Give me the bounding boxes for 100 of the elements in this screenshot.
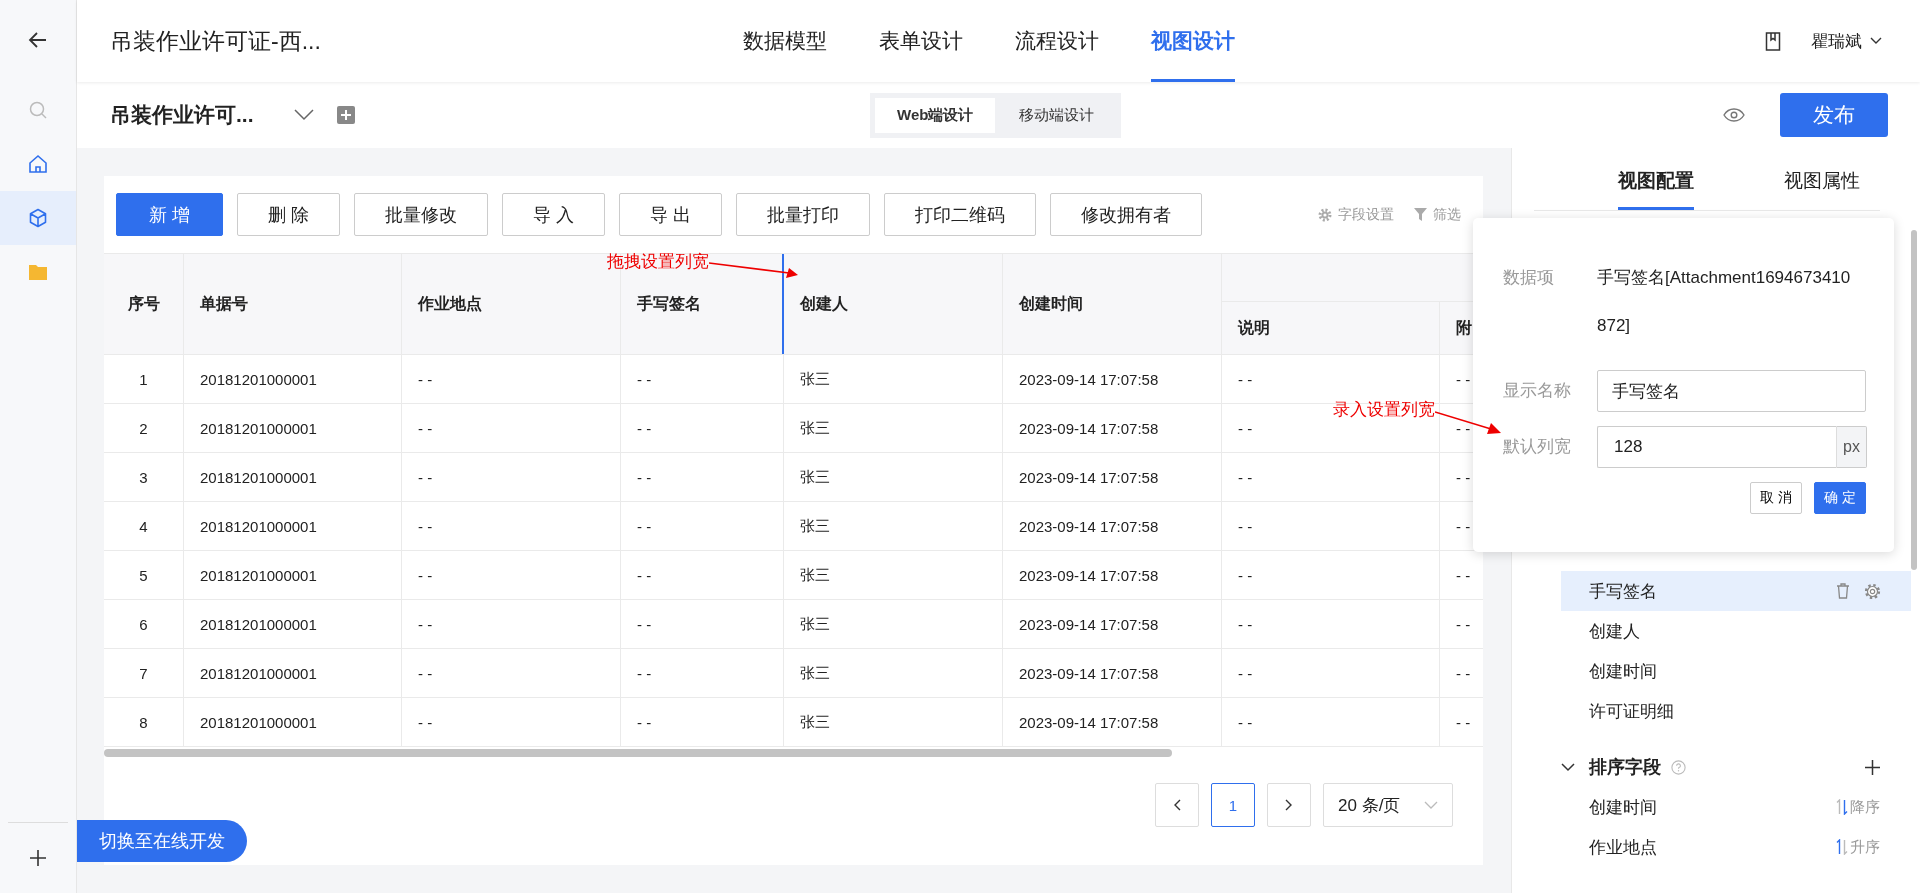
toolbar-button[interactable]: 打印二维码	[884, 193, 1037, 236]
section-title: 排序字段	[1589, 756, 1661, 779]
annotation-text: 拖拽设置列宽	[607, 251, 709, 273]
panel-tab[interactable]: 视图属性	[1784, 148, 1860, 210]
confirm-button[interactable]: 确 定	[1814, 482, 1866, 514]
table-cell: 5	[104, 551, 184, 599]
table-cell: 张三	[784, 600, 1003, 648]
table-cell: 7	[104, 649, 184, 697]
table-cell: 20181201000001	[184, 698, 402, 746]
cancel-button[interactable]: 取 消	[1750, 482, 1803, 514]
nav-tab[interactable]: 表单设计	[879, 0, 963, 82]
column-width-field[interactable]: 128	[1597, 426, 1836, 468]
table-cell: 2023-09-14 17:07:58	[1003, 404, 1222, 452]
cube-icon	[28, 208, 48, 228]
toolbar-button[interactable]: 批量打印	[736, 193, 871, 236]
panel-tab[interactable]: 视图配置	[1618, 148, 1694, 210]
table-cell: 20181201000001	[184, 404, 402, 452]
field-label: 许可证明细	[1589, 700, 1675, 723]
table-cell: 20181201000001	[184, 600, 402, 648]
table-cell: 20181201000001	[184, 502, 402, 550]
table-cell: 2	[104, 404, 184, 452]
table-cell: 20181201000001	[184, 551, 402, 599]
table-cell: - -	[621, 404, 784, 452]
home-icon	[28, 154, 48, 174]
mode-tab[interactable]: 移动端设计	[997, 97, 1117, 133]
chevron-right-icon	[1285, 799, 1293, 811]
table-cell: - -	[621, 502, 784, 550]
sort-field: 作业地点	[1589, 835, 1836, 859]
plus-icon	[29, 849, 47, 867]
section-header[interactable]: 排序字段	[1561, 747, 1880, 787]
table-cell: 张三	[784, 355, 1003, 403]
back-icon	[28, 30, 48, 50]
nav-tab[interactable]: 数据模型	[743, 0, 827, 82]
table-cell: - -	[1222, 551, 1440, 599]
field-item[interactable]: 手写签名	[1561, 571, 1911, 611]
plus-icon[interactable]	[1865, 759, 1880, 775]
table-cell: 20181201000001	[184, 355, 402, 403]
table-cell: 20181201000001	[184, 453, 402, 501]
column-header: 序号	[104, 254, 184, 354]
filter-icon	[1414, 208, 1427, 221]
toolbar-button[interactable]: 导 入	[502, 193, 606, 236]
app-title: 吊装作业许可证-西...	[110, 26, 322, 56]
table-cell: - -	[1222, 698, 1440, 746]
publish-button[interactable]: 发布	[1780, 93, 1888, 137]
field-item[interactable]: 创建人	[1561, 611, 1911, 651]
toolbar-button[interactable]: 删 除	[237, 193, 341, 236]
table-cell: - -	[402, 600, 621, 648]
table-cell: - -	[621, 551, 784, 599]
field-label: 创建人	[1589, 620, 1641, 643]
table-cell: 张三	[784, 404, 1003, 452]
table-cell: 8	[104, 698, 184, 746]
folder-icon	[28, 263, 48, 281]
unit-addon: px	[1836, 426, 1867, 468]
table-cell: 张三	[784, 649, 1003, 697]
view-name: 吊装作业许可...	[110, 102, 254, 128]
table-cell: 张三	[784, 551, 1003, 599]
scrollbar-thumb[interactable]	[1911, 230, 1917, 570]
field-item[interactable]: 许可证明细	[1561, 691, 1911, 731]
help-icon[interactable]	[1671, 759, 1686, 775]
table-cell: 2023-09-14 17:07:58	[1003, 453, 1222, 501]
settings-icon[interactable]	[1864, 582, 1881, 600]
field-label: 创建时间	[1589, 660, 1658, 683]
field-label: 显示名称	[1503, 380, 1572, 402]
table-cell: 3	[104, 453, 184, 501]
table-cell: 2023-09-14 17:07:58	[1003, 502, 1222, 550]
mode-tab[interactable]: Web端设计	[875, 97, 996, 133]
toolbar-button[interactable]: 导 出	[619, 193, 723, 236]
chevron-down-icon[interactable]	[293, 109, 314, 121]
page-size-select[interactable]: 20 条/页	[1323, 783, 1453, 827]
table-cell: - -	[402, 698, 621, 746]
field-label: 默认列宽	[1503, 436, 1572, 458]
scrollbar-thumb[interactable]	[104, 749, 1172, 757]
table-cell: 2023-09-14 17:07:58	[1003, 551, 1222, 599]
display-name-field[interactable]: 手写签名	[1597, 370, 1866, 412]
table-cell: 2023-09-14 17:07:58	[1003, 698, 1222, 746]
column-header: 创建时间	[1003, 254, 1222, 354]
table-cell: 6	[104, 600, 184, 648]
user-menu[interactable]: 瞿瑞斌	[1811, 29, 1882, 53]
toolbar-button[interactable]: 新 增	[116, 193, 223, 236]
page-button[interactable]: 1	[1211, 783, 1255, 827]
field-item[interactable]: 创建时间	[1561, 651, 1911, 691]
nav-item[interactable]	[0, 191, 76, 245]
search-icon	[28, 100, 48, 120]
book-icon[interactable]	[1765, 31, 1781, 51]
table-cell: - -	[1222, 600, 1440, 648]
add-view-icon[interactable]	[335, 105, 356, 125]
table-cell: - -	[621, 698, 784, 746]
table-cell: - -	[621, 355, 784, 403]
toolbar-button[interactable]: 批量修改	[354, 193, 489, 236]
eye-icon[interactable]	[1723, 108, 1745, 122]
annotation-arrow	[1435, 410, 1501, 434]
table-cell: - -	[402, 453, 621, 501]
nav-tab[interactable]: 流程设计	[1015, 0, 1099, 82]
trash-icon[interactable]	[1836, 583, 1850, 599]
chevron-down-icon	[1870, 37, 1882, 45]
toolbar-button[interactable]: 修改拥有者	[1050, 193, 1203, 236]
table-cell: - -	[1222, 649, 1440, 697]
switch-dev-button[interactable]: 切换至在线开发	[77, 820, 247, 862]
table-cell: - -	[402, 649, 621, 697]
table-cell: 4	[104, 502, 184, 550]
